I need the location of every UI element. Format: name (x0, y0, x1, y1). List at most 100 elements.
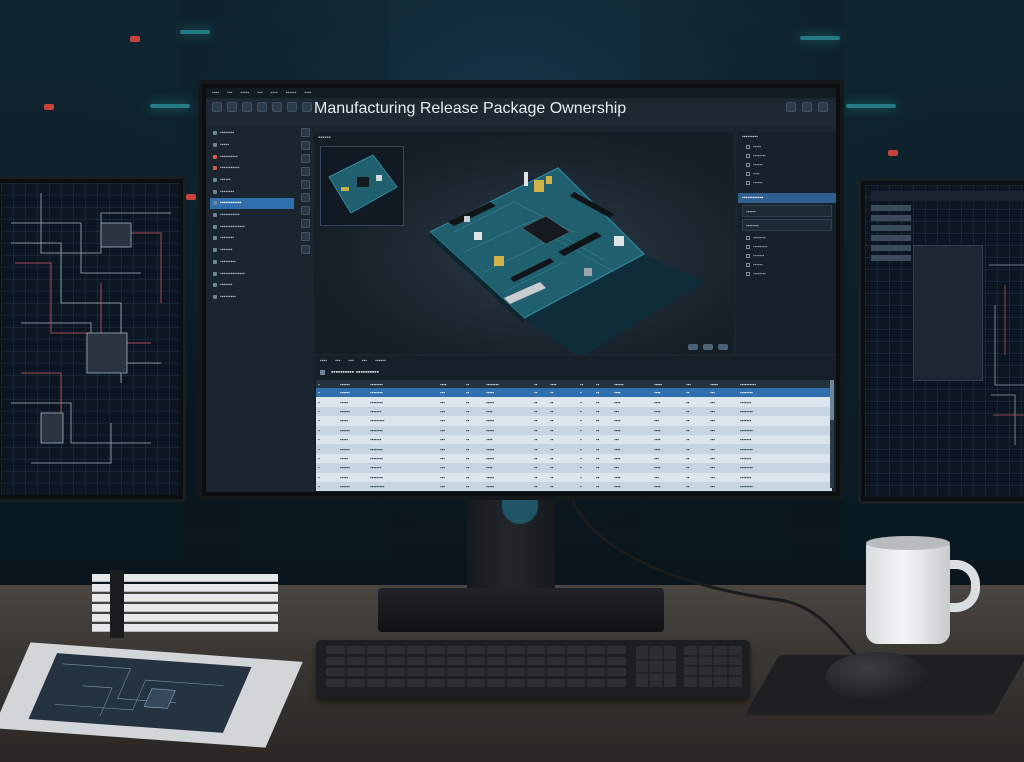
reset-view-icon[interactable] (718, 344, 728, 350)
tree-item[interactable]: ▪▪▪▪▪ (210, 140, 294, 151)
tree-item[interactable]: ▪▪▪▪▪▪▪ (210, 280, 294, 291)
tree-item[interactable]: ▪▪▪▪▪▪▪▪ (210, 186, 294, 197)
tree-item-selected[interactable]: ▪▪▪▪▪▪▪▪▪▪▪▪ (210, 198, 294, 209)
tree-item[interactable]: ▪▪▪▪▪▪▪ (210, 245, 294, 256)
layer-toggle[interactable]: ▪▪▪▪▪▪ (738, 178, 836, 187)
column-header[interactable]: ▪ (316, 380, 338, 388)
measure-icon[interactable] (300, 180, 310, 189)
table-row-selected[interactable]: ▪ ▪▪▪▪▪▪ ▪▪▪▪▪▪▪▪ ▪▪▪ ▪▪ ▪▪▪▪▪ ▪▪ ▪▪ ▪ ▪▪ ▪▪▪▪ ▪▪▪▪… (316, 388, 832, 398)
grid-toolbar-button[interactable]: ▪▪▪ (348, 358, 353, 364)
properties-section-header[interactable]: ▪▪▪▪▪▪▪▪▪▪▪▪ (738, 193, 836, 203)
save-icon[interactable] (242, 102, 252, 112)
checkbox[interactable] (746, 235, 750, 240)
grid-toolbar-button[interactable]: ▪▪▪ (335, 358, 340, 364)
undo-icon[interactable] (257, 102, 267, 112)
grid-toolbar-button[interactable]: ▪▪▪▪ (320, 358, 327, 364)
column-header[interactable]: ▪▪▪▪ (548, 380, 578, 388)
table-row[interactable]: ▪▪▪▪▪▪▪▪▪▪▪▪▪▪▪▪▪▪▪▪▪▪▪▪▪▪▪▪▪▪▪▪▪▪▪▪▪▪▪▪… (316, 444, 832, 454)
property-row[interactable]: ▪▪▪▪▪▪▪▪ (738, 233, 836, 242)
tree-item[interactable]: ▪▪▪▪▪▪▪▪▪ (210, 257, 294, 268)
tree-item[interactable]: ▪▪▪▪▪▪▪▪ (210, 233, 294, 244)
menu-item[interactable]: ▪▪▪▪ (304, 90, 311, 96)
redo-icon[interactable] (272, 102, 282, 112)
scrollbar-thumb[interactable] (830, 380, 834, 420)
menu-item[interactable]: ▪▪▪▪ (212, 90, 219, 96)
menu-item[interactable]: ▪▪▪▪▪▪ (286, 90, 297, 96)
new-icon[interactable] (212, 102, 222, 112)
table-row[interactable]: ▪▪▪▪▪▪▪▪▪▪▪▪▪▪▪▪▪▪▪▪▪▪▪▪▪▪▪▪▪▪▪▪▪▪▪▪▪▪▪▪… (316, 434, 832, 445)
grid-scrollbar[interactable] (830, 380, 834, 488)
tree-item[interactable]: ▪▪▪▪▪▪▪▪ (210, 128, 294, 139)
table-row[interactable]: ▪▪▪▪▪▪▪▪▪▪▪▪▪▪▪▪▪▪▪▪▪▪▪▪▪▪▪▪▪▪▪▪▪▪▪▪▪▪▪▪… (316, 453, 832, 464)
layer-toggle[interactable]: ▪▪▪▪▪▪ (738, 160, 836, 169)
zoom-icon[interactable] (300, 167, 310, 176)
zoom-fit-icon[interactable] (688, 344, 698, 350)
property-row[interactable]: ▪▪▪▪▪▪▪ (738, 251, 836, 260)
property-row[interactable]: ▪▪▪▪▪▪ (738, 260, 836, 269)
column-header[interactable]: ▪▪▪▪▪▪▪▪▪▪ (738, 380, 832, 388)
select-icon[interactable] (300, 128, 310, 137)
tree-item[interactable]: ▪▪▪▪▪▪▪▪▪▪▪▪▪▪ (210, 222, 294, 233)
keyboard[interactable] (316, 640, 750, 698)
table-row[interactable]: ▪▪▪▪▪▪▪▪▪▪▪▪▪▪▪▪▪▪▪▪▪▪▪▪▪▪▪▪▪▪▪▪▪▪▪▪▪▪▪▪… (316, 425, 832, 435)
menu-item[interactable]: ▪▪▪▪▪ (240, 90, 249, 96)
column-header[interactable]: ▪▪ (532, 380, 548, 388)
menu-item[interactable]: ▪▪▪ (257, 90, 262, 96)
checkbox[interactable] (746, 171, 750, 176)
checkbox[interactable] (746, 144, 750, 149)
open-icon[interactable] (227, 102, 237, 112)
table-row[interactable]: ▪▪▪▪▪▪▪▪▪▪▪▪▪▪▪▪▪▪▪▪▪▪▪▪▪▪▪▪▪▪▪▪▪▪▪▪▪▪▪▪… (316, 481, 832, 492)
layer-toggle[interactable]: ▪▪▪▪ (738, 169, 836, 178)
checkbox[interactable] (746, 253, 750, 258)
property-row[interactable]: ▪▪▪▪▪▪▪▪ (738, 269, 836, 278)
checkbox[interactable] (746, 262, 750, 267)
property-row[interactable]: ▪▪▪▪▪▪▪▪▪ (738, 242, 836, 251)
column-header[interactable]: ▪▪▪▪▪▪▪▪ (484, 380, 532, 388)
grid-toolbar-button[interactable]: ▪▪▪▪▪▪ (375, 358, 386, 364)
menu-item[interactable]: ▪▪▪ (227, 90, 232, 96)
pan-icon[interactable] (300, 245, 310, 254)
table-row[interactable]: ▪▪▪▪▪▪▪▪▪▪▪▪▪▪▪▪▪▪▪▪▪▪▪▪▪▪▪▪▪▪▪▪▪▪▪▪▪▪▪▪… (316, 406, 832, 417)
layer-toggle[interactable]: ▪▪▪▪▪▪▪▪ (738, 151, 836, 160)
export-icon[interactable] (302, 102, 312, 112)
column-header[interactable]: ▪▪▪▪▪ (708, 380, 738, 388)
tree-item[interactable]: ▪▪▪▪▪▪▪▪▪▪ (210, 151, 294, 162)
tree-item[interactable]: ▪▪▪▪▪▪ (210, 175, 294, 186)
column-header[interactable]: ▪▪▪▪▪ (652, 380, 684, 388)
tree-item[interactable]: ▪▪▪▪▪▪▪▪▪▪▪▪▪▪ (210, 268, 294, 279)
column-header[interactable]: ▪▪▪▪▪▪▪▪ (368, 380, 438, 388)
tree-item[interactable]: ▪▪▪▪▪▪▪▪▪ (210, 292, 294, 303)
tree-item[interactable]: ▪▪▪▪▪▪▪▪▪▪▪ (210, 210, 294, 221)
checkbox[interactable] (746, 162, 750, 167)
menu-item[interactable]: ▪▪▪▪ (271, 90, 278, 96)
view-icon[interactable] (300, 206, 310, 215)
column-header[interactable]: ▪▪▪ (684, 380, 708, 388)
checkbox[interactable] (746, 244, 750, 249)
checkbox[interactable] (746, 180, 750, 185)
layer-icon[interactable] (300, 193, 310, 202)
minimize-icon[interactable] (786, 102, 796, 112)
snap-icon[interactable] (300, 232, 310, 241)
grid-icon[interactable] (300, 219, 310, 228)
computer-mouse[interactable] (826, 652, 928, 700)
column-header[interactable]: ▪▪▪▪▪▪ (612, 380, 652, 388)
checkbox[interactable] (746, 153, 750, 158)
column-header[interactable]: ▪▪▪▪ (438, 380, 464, 388)
table-row[interactable]: ▪▪▪▪▪▪▪▪▪▪▪▪▪▪▪▪▪▪▪▪▪▪▪▪▪▪▪▪▪▪▪▪▪▪▪▪▪▪▪▪… (316, 397, 832, 407)
rotate-view-icon[interactable] (703, 344, 713, 350)
table-row[interactable]: ▪▪▪▪▪▪▪▪▪▪▪▪▪▪▪▪▪▪▪▪▪▪▪▪▪▪▪▪▪▪▪▪▪▪▪▪▪▪▪▪… (316, 416, 832, 426)
property-field[interactable]: ▪▪▪▪▪▪ (742, 205, 832, 217)
column-header[interactable]: ▪▪ (578, 380, 594, 388)
column-header[interactable]: ▪▪ (464, 380, 484, 388)
pcb-3d-viewport[interactable]: ▪▪▪▪▪▪ (314, 132, 734, 354)
tree-item[interactable]: ▪▪▪▪▪▪▪▪▪▪▪ (210, 163, 294, 174)
layer-toggle[interactable]: ▪▪▪▪▪ (738, 142, 836, 151)
property-field[interactable]: ▪▪▪▪▪▪▪▪ (742, 219, 832, 231)
settings-icon[interactable] (287, 102, 297, 112)
checkbox[interactable] (746, 271, 750, 276)
table-row[interactable]: ▪▪▪▪▪▪▪▪▪▪▪▪▪▪▪▪▪▪▪▪▪▪▪▪▪▪▪▪▪▪▪▪▪▪▪▪▪▪▪▪… (316, 472, 832, 482)
move-icon[interactable] (300, 141, 310, 150)
rotate-icon[interactable] (300, 154, 310, 163)
close-icon[interactable] (818, 102, 828, 112)
table-row[interactable]: ▪▪▪▪▪▪▪▪▪▪▪▪▪▪▪▪▪▪▪▪▪▪▪▪▪▪▪▪▪▪▪▪▪▪▪▪▪▪▪▪… (316, 463, 832, 473)
